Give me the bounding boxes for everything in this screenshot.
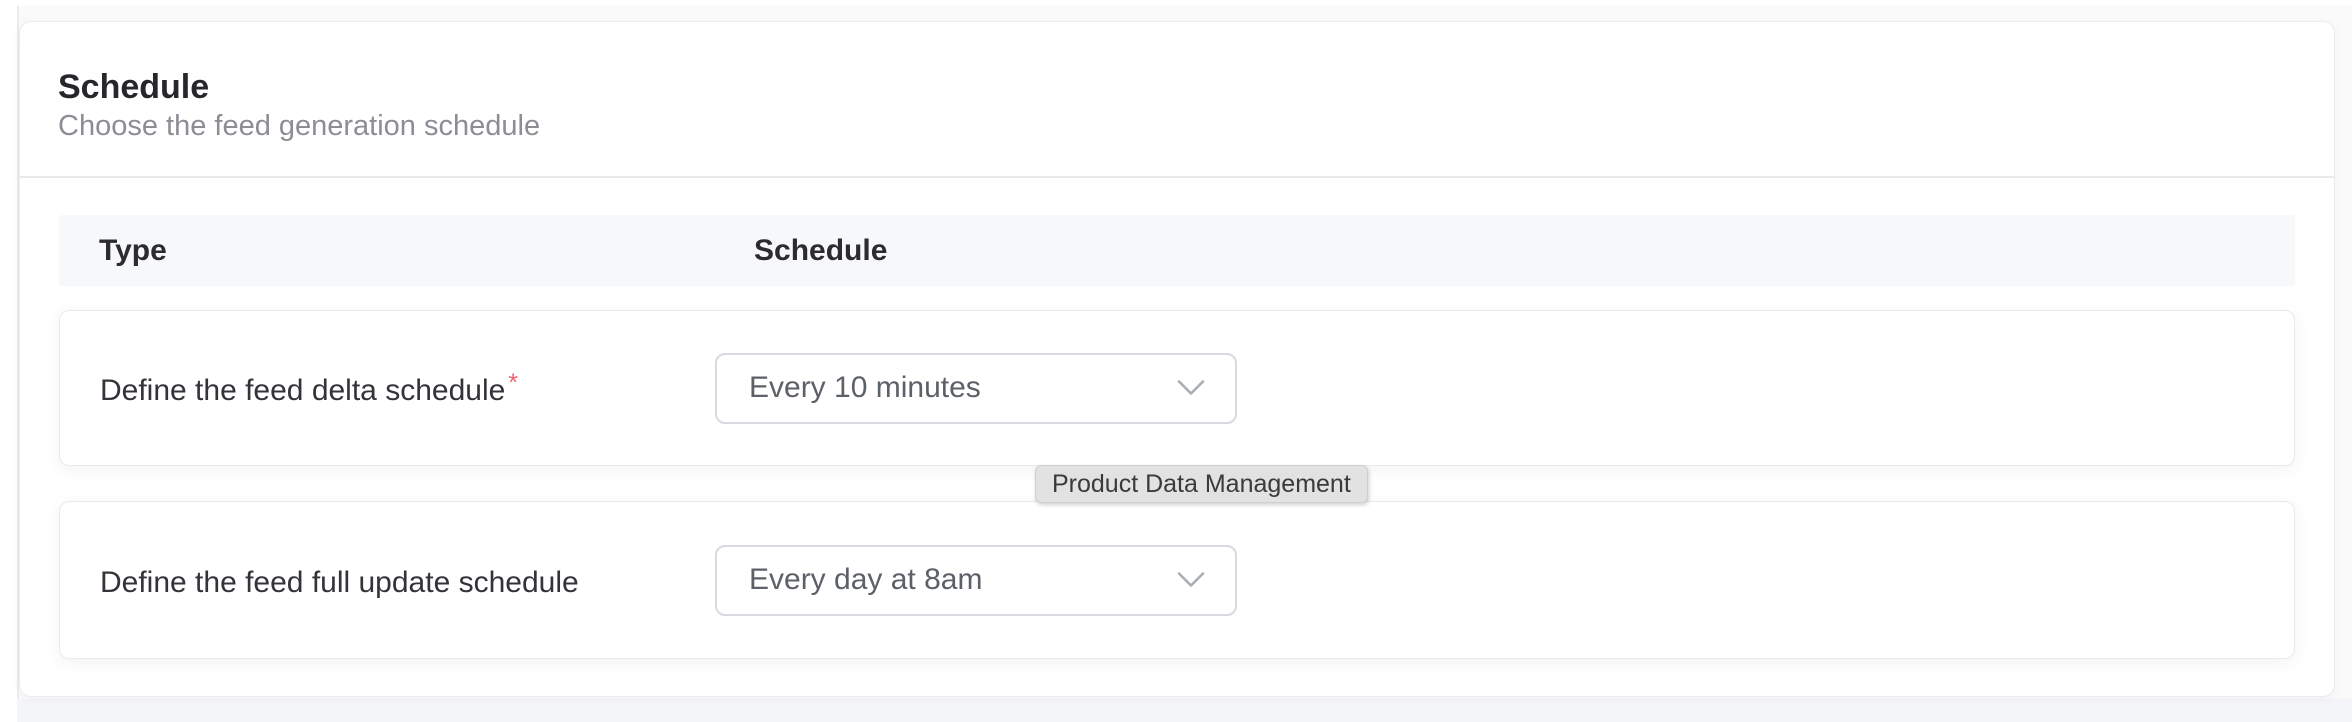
table-row-delta-schedule: Define the feed delta schedule* Every 10…: [59, 310, 2295, 466]
chevron-down-icon: [1177, 572, 1205, 589]
row-label-text: Define the feed full update schedule: [100, 566, 579, 599]
row-label-text: Define the feed delta schedule: [100, 374, 505, 407]
panel-title: Schedule: [58, 68, 209, 106]
page: Schedule Choose the feed generation sche…: [0, 0, 2352, 722]
schedule-panel: Schedule Choose the feed generation sche…: [19, 21, 2335, 697]
required-asterisk: *: [508, 369, 518, 397]
panel-subtitle: Choose the feed generation schedule: [58, 108, 540, 144]
table-row-full-update-schedule: Define the feed full update schedule Eve…: [59, 501, 2295, 659]
row-label: Define the feed full update schedule: [100, 561, 715, 600]
panel-divider: [20, 176, 2334, 178]
delta-schedule-select[interactable]: Every 10 minutes: [715, 353, 1237, 424]
row-label: Define the feed delta schedule*: [100, 369, 715, 408]
column-header-type: Type: [99, 234, 754, 268]
page-bottom-strip: [17, 699, 2352, 722]
product-data-management-tooltip: Product Data Management: [1035, 465, 1368, 503]
full-update-schedule-select-value: Every day at 8am: [749, 563, 982, 597]
table-header-row: Type Schedule: [59, 215, 2295, 286]
full-update-schedule-select[interactable]: Every day at 8am: [715, 545, 1237, 616]
column-header-schedule: Schedule: [754, 234, 887, 268]
chevron-down-icon: [1177, 380, 1205, 397]
delta-schedule-select-value: Every 10 minutes: [749, 371, 981, 405]
